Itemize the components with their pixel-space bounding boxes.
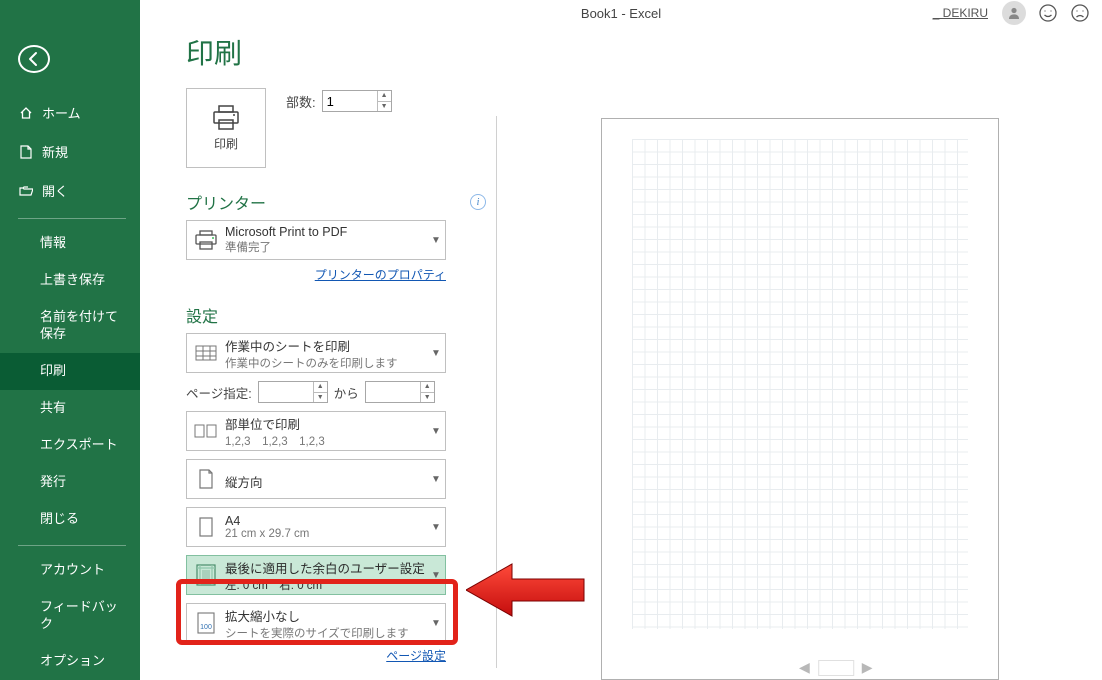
- printer-status: 準備完了: [225, 239, 427, 255]
- sidebar-item-options[interactable]: オプション: [0, 643, 140, 680]
- spin-down-icon[interactable]: ▼: [378, 101, 391, 112]
- document-title: Book1 - Excel: [581, 6, 661, 21]
- page-from-spinner[interactable]: ▲▼: [258, 381, 328, 403]
- chevron-down-icon: ▼: [427, 426, 445, 437]
- page-range-row: ページ指定: ▲▼ から ▲▼: [186, 381, 446, 403]
- settings-section-head: 設定: [186, 303, 496, 327]
- sidebar-label: 開く: [42, 181, 68, 200]
- preview-grid: [632, 139, 968, 629]
- sidebar-separator: [18, 545, 126, 546]
- frown-icon[interactable]: [1070, 3, 1090, 23]
- copies-spinner[interactable]: ▲▼: [322, 90, 392, 112]
- chevron-down-icon: ▼: [427, 618, 445, 629]
- printer-dropdown[interactable]: Microsoft Print to PDF 準備完了 ▼: [186, 220, 446, 260]
- print-settings-panel: 印刷 印刷 部数:: [140, 26, 496, 680]
- margins-dropdown[interactable]: 最後に適用した余白のユーザー設定 左: 0 cm 右: 0 cm ▼: [186, 555, 446, 595]
- chevron-down-icon: ▼: [427, 522, 445, 533]
- sidebar-item-info[interactable]: 情報: [0, 225, 140, 262]
- printer-name: Microsoft Print to PDF: [225, 225, 427, 239]
- backstage-sidebar: ホーム 新規 開く 情報 上書き保存 名前を付けて保存 印刷 共有 エクスポート…: [0, 0, 140, 680]
- sidebar-item-saveas[interactable]: 名前を付けて保存: [0, 299, 140, 353]
- titlebar: Book1 - Excel _ DEKIRU: [140, 0, 1102, 26]
- paper-size-dropdown[interactable]: A4 21 cm x 29.7 cm ▼: [186, 507, 446, 547]
- next-page-icon[interactable]: ▶: [858, 659, 877, 676]
- spin-up-icon[interactable]: ▲: [314, 382, 327, 392]
- copies-input[interactable]: [323, 91, 377, 111]
- spin-down-icon[interactable]: ▼: [314, 392, 327, 403]
- sidebar-label: 新規: [42, 142, 68, 161]
- new-icon: [18, 144, 34, 160]
- sidebar-item-share[interactable]: 共有: [0, 390, 140, 427]
- print-preview-pane: ◀ ▶: [497, 26, 1102, 680]
- svg-text:100: 100: [200, 624, 212, 631]
- chevron-down-icon: ▼: [427, 570, 445, 581]
- smile-icon[interactable]: [1038, 3, 1058, 23]
- printer-info-icon[interactable]: i: [470, 194, 486, 210]
- scaling-dropdown[interactable]: 100 拡大縮小なし シートを実際のサイズで印刷します ▼: [186, 603, 446, 643]
- sidebar-item-print[interactable]: 印刷: [0, 353, 140, 390]
- page-setup-link[interactable]: ページ設定: [386, 649, 446, 663]
- sidebar-item-export[interactable]: エクスポート: [0, 427, 140, 464]
- margins-icon: [187, 564, 225, 586]
- printer-icon: [187, 230, 225, 250]
- pages-label: ページ指定:: [186, 383, 252, 402]
- spin-up-icon[interactable]: ▲: [421, 382, 434, 392]
- sidebar-item-save[interactable]: 上書き保存: [0, 262, 140, 299]
- page-icon: [187, 517, 225, 537]
- orientation-portrait-icon: [187, 469, 225, 489]
- sidebar-label: ホーム: [42, 103, 81, 122]
- preview-page-nav: ◀ ▶: [795, 659, 877, 676]
- preview-page: [601, 118, 999, 680]
- spin-down-icon[interactable]: ▼: [421, 392, 434, 403]
- home-icon: [18, 105, 34, 121]
- page-to-input[interactable]: [366, 382, 420, 402]
- sidebar-item-close[interactable]: 閉じる: [0, 501, 140, 538]
- sidebar-item-publish[interactable]: 発行: [0, 464, 140, 501]
- print-button-label: 印刷: [214, 135, 238, 152]
- sidebar-item-open[interactable]: 開く: [0, 171, 140, 210]
- page-number-box[interactable]: [818, 660, 854, 676]
- printer-properties-link[interactable]: プリンターのプロパティ: [315, 268, 446, 282]
- chevron-down-icon: ▼: [427, 474, 445, 485]
- collate-icon: [187, 423, 225, 439]
- account-name[interactable]: _ DEKIRU: [933, 6, 988, 20]
- prev-page-icon[interactable]: ◀: [795, 659, 814, 676]
- chevron-down-icon: ▼: [427, 235, 445, 246]
- orientation-dropdown[interactable]: 縦方向 ▼: [186, 459, 446, 499]
- sidebar-item-home[interactable]: ホーム: [0, 93, 140, 132]
- sidebar-item-account[interactable]: アカウント: [0, 552, 140, 589]
- printer-section-head: プリンター i: [186, 190, 496, 214]
- collate-dropdown[interactable]: 部単位で印刷 1,2,3 1,2,3 1,2,3 ▼: [186, 411, 446, 451]
- print-button[interactable]: 印刷: [186, 88, 266, 168]
- copies-label: 部数:: [286, 90, 316, 111]
- page-to-spinner[interactable]: ▲▼: [365, 381, 435, 403]
- sidebar-item-new[interactable]: 新規: [0, 132, 140, 171]
- scaling-icon: 100: [187, 612, 225, 634]
- sidebar-separator: [18, 218, 126, 219]
- pages-to-label: から: [334, 383, 359, 402]
- page-title: 印刷: [186, 32, 496, 72]
- sheet-grid-icon: [187, 345, 225, 361]
- spin-up-icon[interactable]: ▲: [378, 91, 391, 101]
- print-what-dropdown[interactable]: 作業中のシートを印刷 作業中のシートのみを印刷します ▼: [186, 333, 446, 373]
- sidebar-item-feedback[interactable]: フィードバック: [0, 589, 140, 643]
- avatar-icon[interactable]: [1002, 1, 1026, 25]
- chevron-down-icon: ▼: [427, 348, 445, 359]
- back-button[interactable]: [18, 45, 50, 73]
- open-icon: [18, 183, 34, 199]
- page-from-input[interactable]: [259, 382, 313, 402]
